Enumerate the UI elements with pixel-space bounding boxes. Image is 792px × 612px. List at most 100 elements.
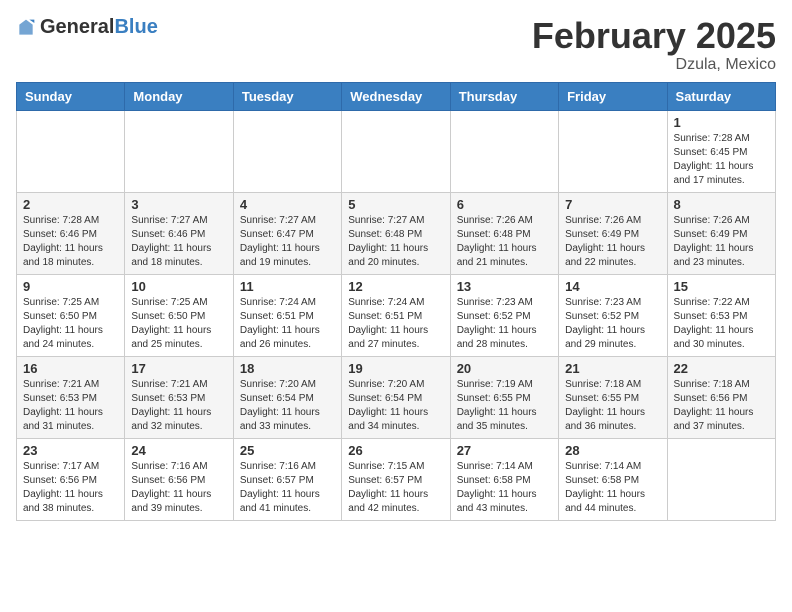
day-number: 10: [131, 279, 226, 294]
day-info: Sunrise: 7:14 AM Sunset: 6:58 PM Dayligh…: [457, 460, 552, 516]
day-number: 17: [131, 361, 226, 376]
calendar-cell: [342, 110, 450, 192]
day-info: Sunrise: 7:25 AM Sunset: 6:50 PM Dayligh…: [131, 296, 226, 352]
day-info: Sunrise: 7:18 AM Sunset: 6:55 PM Dayligh…: [565, 378, 660, 434]
calendar-cell: 14 Sunrise: 7:23 AM Sunset: 6:52 PM Dayli…: [559, 274, 667, 356]
day-number: 11: [240, 279, 335, 294]
day-info: Sunrise: 7:23 AM Sunset: 6:52 PM Dayligh…: [457, 296, 552, 352]
calendar-table: SundayMondayTuesdayWednesdayThursdayFrid…: [16, 82, 776, 521]
calendar-header-row: SundayMondayTuesdayWednesdayThursdayFrid…: [17, 82, 776, 110]
calendar-cell: 10 Sunrise: 7:25 AM Sunset: 6:50 PM Dayli…: [125, 274, 233, 356]
day-number: 3: [131, 197, 226, 212]
calendar-day-header: Tuesday: [233, 82, 341, 110]
day-info: Sunrise: 7:25 AM Sunset: 6:50 PM Dayligh…: [23, 296, 118, 352]
calendar-cell: 26Sunrise: 7:15 AM Sunset: 6:57 PM Dayli…: [342, 438, 450, 520]
calendar-cell: 19Sunrise: 7:20 AM Sunset: 6:54 PM Dayli…: [342, 356, 450, 438]
day-info: Sunrise: 7:14 AM Sunset: 6:58 PM Dayligh…: [565, 460, 660, 516]
day-info: Sunrise: 7:21 AM Sunset: 6:53 PM Dayligh…: [131, 378, 226, 434]
day-info: Sunrise: 7:24 AM Sunset: 6:51 PM Dayligh…: [348, 296, 443, 352]
calendar-cell: 22 Sunrise: 7:18 AM Sunset: 6:56 PM Dayli…: [667, 356, 775, 438]
day-number: 25: [240, 443, 335, 458]
calendar-cell: 11 Sunrise: 7:24 AM Sunset: 6:51 PM Dayli…: [233, 274, 341, 356]
calendar-cell: 1 Sunrise: 7:28 AM Sunset: 6:45 PM Daylig…: [667, 110, 775, 192]
day-number: 12: [348, 279, 443, 294]
calendar-cell: 21 Sunrise: 7:18 AM Sunset: 6:55 PM Dayli…: [559, 356, 667, 438]
calendar-cell: 17 Sunrise: 7:21 AM Sunset: 6:53 PM Dayli…: [125, 356, 233, 438]
calendar-week-row: 2 Sunrise: 7:28 AM Sunset: 6:46 PM Daylig…: [17, 192, 776, 274]
day-number: 6: [457, 197, 552, 212]
day-info: Sunrise: 7:16 AM Sunset: 6:56 PM Dayligh…: [131, 460, 226, 516]
calendar-cell: 13Sunrise: 7:23 AM Sunset: 6:52 PM Dayli…: [450, 274, 558, 356]
calendar-cell: 24 Sunrise: 7:16 AM Sunset: 6:56 PM Dayli…: [125, 438, 233, 520]
calendar-cell: 6 Sunrise: 7:26 AM Sunset: 6:48 PM Daylig…: [450, 192, 558, 274]
day-number: 14: [565, 279, 660, 294]
logo-general-text: General: [40, 16, 114, 38]
calendar-cell: 18 Sunrise: 7:20 AM Sunset: 6:54 PM Dayli…: [233, 356, 341, 438]
calendar-day-header: Monday: [125, 82, 233, 110]
calendar-cell: [17, 110, 125, 192]
day-number: 15: [674, 279, 769, 294]
calendar-week-row: 9 Sunrise: 7:25 AM Sunset: 6:50 PM Daylig…: [17, 274, 776, 356]
page-header: GeneralBlue February 2025 Dzula, Mexico: [16, 16, 776, 74]
calendar-cell: 20 Sunrise: 7:19 AM Sunset: 6:55 PM Dayli…: [450, 356, 558, 438]
day-info: Sunrise: 7:21 AM Sunset: 6:53 PM Dayligh…: [23, 378, 118, 434]
calendar-day-header: Sunday: [17, 82, 125, 110]
calendar-cell: 25 Sunrise: 7:16 AM Sunset: 6:57 PM Dayli…: [233, 438, 341, 520]
day-number: 23: [23, 443, 118, 458]
calendar-cell: [559, 110, 667, 192]
day-number: 8: [674, 197, 769, 212]
calendar-cell: 9 Sunrise: 7:25 AM Sunset: 6:50 PM Daylig…: [17, 274, 125, 356]
day-number: 20: [457, 361, 552, 376]
day-number: 27: [457, 443, 552, 458]
calendar-day-header: Saturday: [667, 82, 775, 110]
day-info: Sunrise: 7:27 AM Sunset: 6:47 PM Dayligh…: [240, 214, 335, 270]
day-info: Sunrise: 7:23 AM Sunset: 6:52 PM Dayligh…: [565, 296, 660, 352]
day-number: 21: [565, 361, 660, 376]
day-number: 1: [674, 115, 769, 130]
day-info: Sunrise: 7:17 AM Sunset: 6:56 PM Dayligh…: [23, 460, 118, 516]
day-number: 7: [565, 197, 660, 212]
day-info: Sunrise: 7:22 AM Sunset: 6:53 PM Dayligh…: [674, 296, 769, 352]
calendar-cell: 4 Sunrise: 7:27 AM Sunset: 6:47 PM Daylig…: [233, 192, 341, 274]
day-number: 2: [23, 197, 118, 212]
day-info: Sunrise: 7:26 AM Sunset: 6:48 PM Dayligh…: [457, 214, 552, 270]
calendar-cell: 28 Sunrise: 7:14 AM Sunset: 6:58 PM Dayli…: [559, 438, 667, 520]
calendar-cell: 23 Sunrise: 7:17 AM Sunset: 6:56 PM Dayli…: [17, 438, 125, 520]
day-number: 16: [23, 361, 118, 376]
day-number: 18: [240, 361, 335, 376]
calendar-cell: 16 Sunrise: 7:21 AM Sunset: 6:53 PM Dayli…: [17, 356, 125, 438]
calendar-cell: 2 Sunrise: 7:28 AM Sunset: 6:46 PM Daylig…: [17, 192, 125, 274]
day-number: 24: [131, 443, 226, 458]
calendar-cell: [125, 110, 233, 192]
day-number: 9: [23, 279, 118, 294]
calendar-cell: [667, 438, 775, 520]
calendar-subtitle: Dzula, Mexico: [532, 56, 776, 74]
day-info: Sunrise: 7:19 AM Sunset: 6:55 PM Dayligh…: [457, 378, 552, 434]
day-info: Sunrise: 7:20 AM Sunset: 6:54 PM Dayligh…: [240, 378, 335, 434]
day-number: 19: [348, 361, 443, 376]
calendar-day-header: Friday: [559, 82, 667, 110]
day-number: 28: [565, 443, 660, 458]
day-number: 5: [348, 197, 443, 212]
title-block: February 2025 Dzula, Mexico: [532, 16, 776, 74]
day-info: Sunrise: 7:24 AM Sunset: 6:51 PM Dayligh…: [240, 296, 335, 352]
calendar-cell: 5Sunrise: 7:27 AM Sunset: 6:48 PM Daylig…: [342, 192, 450, 274]
day-number: 22: [674, 361, 769, 376]
day-number: 26: [348, 443, 443, 458]
calendar-day-header: Wednesday: [342, 82, 450, 110]
day-info: Sunrise: 7:28 AM Sunset: 6:46 PM Dayligh…: [23, 214, 118, 270]
day-info: Sunrise: 7:16 AM Sunset: 6:57 PM Dayligh…: [240, 460, 335, 516]
calendar-week-row: 16 Sunrise: 7:21 AM Sunset: 6:53 PM Dayli…: [17, 356, 776, 438]
calendar-day-header: Thursday: [450, 82, 558, 110]
calendar-cell: 3Sunrise: 7:27 AM Sunset: 6:46 PM Daylig…: [125, 192, 233, 274]
calendar-cell: [233, 110, 341, 192]
day-info: Sunrise: 7:18 AM Sunset: 6:56 PM Dayligh…: [674, 378, 769, 434]
calendar-cell: 8Sunrise: 7:26 AM Sunset: 6:49 PM Daylig…: [667, 192, 775, 274]
calendar-cell: 27 Sunrise: 7:14 AM Sunset: 6:58 PM Dayli…: [450, 438, 558, 520]
calendar-title: February 2025: [532, 16, 776, 56]
calendar-cell: 7Sunrise: 7:26 AM Sunset: 6:49 PM Daylig…: [559, 192, 667, 274]
calendar-cell: 15 Sunrise: 7:22 AM Sunset: 6:53 PM Dayli…: [667, 274, 775, 356]
day-info: Sunrise: 7:28 AM Sunset: 6:45 PM Dayligh…: [674, 132, 769, 188]
day-number: 4: [240, 197, 335, 212]
logo-icon: [16, 18, 36, 38]
